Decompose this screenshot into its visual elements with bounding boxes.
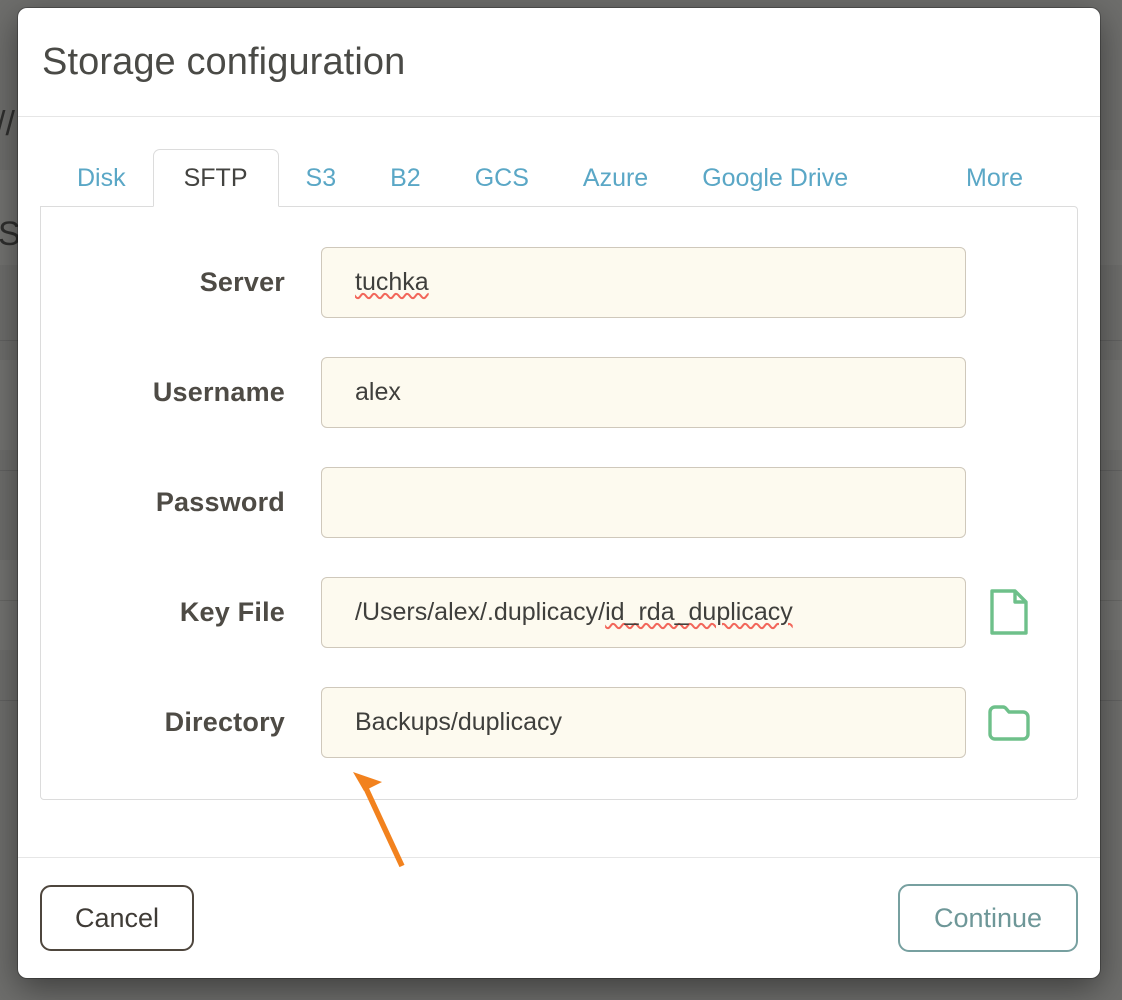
tab-disk[interactable]: Disk	[50, 149, 153, 207]
username-input[interactable]: alex	[321, 356, 966, 428]
password-input[interactable]	[321, 466, 966, 538]
username-input-value: alex	[355, 377, 401, 406]
key-file-input-value: /Users/alex/.duplicacy/id_rda_duplicacy	[355, 598, 793, 627]
folder-icon	[987, 702, 1031, 742]
page-title: Storage configuration	[42, 40, 406, 83]
sftp-form-panel: Server tuchka Username alex Password Key…	[40, 206, 1078, 800]
form-row-directory: Directory Backups/duplicacy	[41, 667, 1077, 777]
directory-browse-button[interactable]	[966, 702, 1052, 742]
server-input-value: tuchka	[355, 267, 429, 296]
cancel-button[interactable]: Cancel	[40, 885, 194, 951]
dialog-footer: Cancel Continue	[18, 857, 1100, 978]
tab-azure[interactable]: Azure	[556, 149, 675, 207]
form-row-username: Username alex	[41, 337, 1077, 447]
storage-type-tabs: Disk SFTP S3 B2 GCS Azure Google Drive M…	[40, 142, 1078, 207]
file-icon	[989, 588, 1029, 636]
form-row-server: Server tuchka	[41, 227, 1077, 337]
tab-b2[interactable]: B2	[363, 149, 448, 207]
tab-more[interactable]: More	[939, 149, 1050, 207]
directory-input[interactable]: Backups/duplicacy	[321, 686, 966, 758]
form-row-key-file: Key File /Users/alex/.duplicacy/id_rda_d…	[41, 557, 1077, 667]
continue-button[interactable]: Continue	[898, 884, 1078, 952]
tab-s3[interactable]: S3	[279, 149, 364, 207]
dialog-header: Storage configuration	[18, 8, 1100, 117]
password-label: Password	[155, 486, 285, 517]
dialog-body: Disk SFTP S3 B2 GCS Azure Google Drive M…	[18, 117, 1100, 857]
storage-configuration-dialog: Storage configuration Disk SFTP S3 B2 GC…	[18, 8, 1100, 978]
directory-input-value: Backups/duplicacy	[355, 707, 563, 736]
key-file-label: Key File	[179, 596, 285, 627]
key-file-path-prefix: /Users/alex/.duplicacy/	[355, 597, 606, 626]
key-file-browse-button[interactable]	[966, 588, 1052, 636]
username-label: Username	[152, 376, 285, 407]
key-file-input[interactable]: /Users/alex/.duplicacy/id_rda_duplicacy	[321, 576, 966, 648]
tab-gcs[interactable]: GCS	[448, 149, 556, 207]
server-input[interactable]: tuchka	[321, 246, 966, 318]
key-file-path-name: id_rda_duplicacy	[605, 597, 793, 626]
tab-sftp[interactable]: SFTP	[152, 149, 279, 207]
directory-label: Directory	[164, 706, 285, 737]
tab-google-drive[interactable]: Google Drive	[675, 149, 875, 207]
server-label: Server	[199, 266, 285, 297]
background-text-fragment: //	[0, 105, 15, 143]
form-row-password: Password	[41, 447, 1077, 557]
